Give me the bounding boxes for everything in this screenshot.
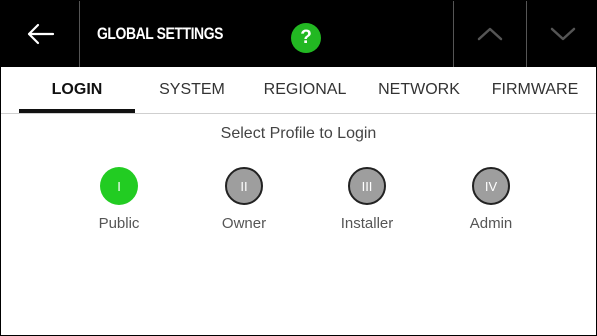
arrow-left-icon bbox=[27, 23, 55, 45]
profile-installer-label: Installer bbox=[340, 215, 394, 232]
profile-admin-label: Admin bbox=[469, 215, 513, 232]
profile-public[interactable]: I Public bbox=[79, 167, 159, 232]
profile-owner-badge[interactable]: II bbox=[225, 167, 263, 205]
scroll-down-button[interactable] bbox=[526, 1, 596, 67]
settings-window: GLOBAL SETTINGS ? LOGIN SYSTEM REGIONAL … bbox=[0, 0, 597, 336]
page-title: GLOBAL SETTINGS bbox=[97, 24, 224, 43]
profile-admin[interactable]: IV Admin bbox=[451, 167, 531, 232]
profile-owner-label: Owner bbox=[221, 215, 267, 232]
tab-bar: LOGIN SYSTEM REGIONAL NETWORK FIRMWARE bbox=[1, 67, 596, 114]
profile-admin-badge[interactable]: IV bbox=[472, 167, 510, 205]
help-button[interactable]: ? bbox=[291, 23, 321, 53]
tab-network[interactable]: NETWORK bbox=[369, 67, 469, 113]
tab-firmware[interactable]: FIRMWARE bbox=[481, 67, 589, 113]
chevron-down-icon bbox=[550, 27, 576, 41]
header-bar: GLOBAL SETTINGS ? bbox=[1, 1, 596, 67]
profile-public-badge[interactable]: I bbox=[100, 167, 138, 205]
profile-installer[interactable]: III Installer bbox=[327, 167, 407, 232]
back-button[interactable] bbox=[1, 1, 80, 67]
profile-owner[interactable]: II Owner bbox=[204, 167, 284, 232]
profile-public-label: Public bbox=[98, 215, 140, 232]
tab-system[interactable]: SYSTEM bbox=[151, 67, 233, 113]
help-icon: ? bbox=[300, 27, 312, 48]
chevron-up-icon bbox=[477, 27, 503, 41]
tab-regional[interactable]: REGIONAL bbox=[253, 67, 357, 113]
login-prompt: Select Profile to Login bbox=[220, 125, 377, 142]
scroll-up-button[interactable] bbox=[453, 1, 526, 67]
tab-login[interactable]: LOGIN bbox=[19, 67, 135, 113]
profile-installer-badge[interactable]: III bbox=[348, 167, 386, 205]
